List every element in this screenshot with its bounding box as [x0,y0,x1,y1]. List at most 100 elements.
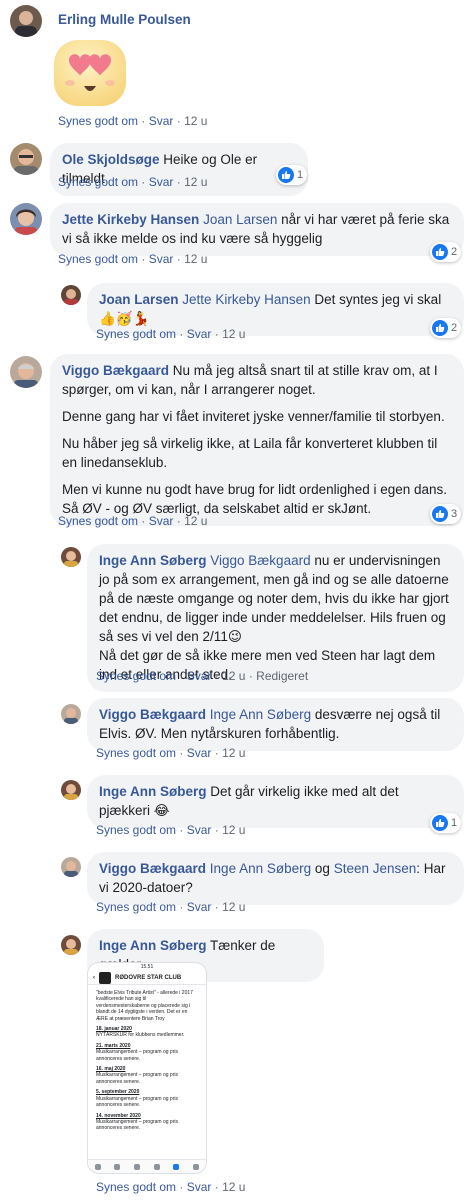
attachment-screenshot[interactable]: 15.51 ‹ RØDOVRE STAR CLUB "bedste Elvis … [87,962,207,1174]
reply-link[interactable]: Svar [149,114,174,128]
club-name: RØDOVRE STAR CLUB [115,974,182,981]
author-name[interactable]: Inge Ann Søberg [99,784,207,799]
author-name[interactable]: Inge Ann Søberg [99,938,207,953]
reply-link[interactable]: Svar [187,1180,212,1194]
timestamp[interactable]: 12 u [222,746,245,760]
screenshot-header: ‹ RØDOVRE STAR CLUB [88,971,206,985]
reaction-count[interactable]: 1 [430,813,462,833]
separator: · [176,175,181,189]
separator: · [176,252,181,266]
mention-link[interactable]: Inge Ann Søberg [210,707,311,722]
event-desc: Musikarrangement – program og pris annon… [96,1072,178,1085]
timestamp[interactable]: 12 u [184,175,207,189]
like-link[interactable]: Synes godt om [58,252,138,266]
edited-label[interactable]: Redigeret [256,669,308,683]
avatar[interactable] [61,935,81,955]
like-link[interactable]: Synes godt om [96,669,176,683]
like-link[interactable]: Synes godt om [96,823,176,837]
avatar[interactable] [10,143,42,175]
comment-actions: Synes godt om · Svar · 12 u [58,514,207,528]
author-name[interactable]: Viggo Bækgaard [99,707,206,722]
mention-link[interactable]: Jette Kirkeby Hansen [182,292,310,307]
emoji-text: 👍🥳💃 [99,311,150,326]
author-name[interactable]: Erling Mulle Poulsen [58,12,191,27]
avatar[interactable] [61,704,81,724]
reaction-number: 2 [451,246,458,258]
reaction-count[interactable]: 2 [430,242,462,262]
like-link[interactable]: Synes godt om [96,900,176,914]
comment-author: Erling Mulle Poulsen [58,12,191,27]
comment-actions: Synes godt om · Svar · 12 u [58,252,207,266]
avatar[interactable] [61,547,81,567]
timestamp[interactable]: 12 u [222,900,245,914]
comment-actions: Synes godt om · Svar · 12 u [96,327,245,341]
reaction-count[interactable]: 3 [430,504,462,524]
like-link[interactable]: Synes godt om [96,327,176,341]
comment-bubble: Viggo Bækgaard Inge Ann Søberg og Steen … [87,852,464,905]
timestamp[interactable]: 12 u [184,252,207,266]
author-name[interactable]: Jette Kirkeby Hansen [62,212,199,227]
author-name[interactable]: Joan Larsen [99,292,179,307]
mention-link[interactable]: Viggo Bækgaard [210,553,310,568]
reply-link[interactable]: Svar [187,900,212,914]
reply-link[interactable]: Svar [187,669,212,683]
reply-link[interactable]: Svar [149,252,174,266]
timestamp[interactable]: 12 u [184,114,207,128]
author-name[interactable]: Viggo Bækgaard [99,861,206,876]
author-name[interactable]: Viggo Bækgaard [62,363,169,378]
like-link[interactable]: Synes godt om [58,114,138,128]
mention-link-2[interactable]: Steen Jensen [334,861,417,876]
club-logo [99,971,111,984]
separator: · [141,114,146,128]
reply-link[interactable]: Svar [187,746,212,760]
like-link[interactable]: Synes godt om [58,175,138,189]
marketplace-icon [134,1163,141,1170]
avatar[interactable] [10,203,42,235]
avatar[interactable] [10,5,42,37]
timestamp[interactable]: 12 u [222,669,245,683]
event-desc: NYTÅRSKUR for klubbens medlemmer. [96,1032,185,1039]
author-name[interactable]: Inge Ann Søberg [99,553,207,568]
timestamp[interactable]: 12 u [222,823,245,837]
separator: · [179,823,184,837]
separator: · [214,1180,219,1194]
timestamp[interactable]: 12 u [222,1180,245,1194]
avatar[interactable] [61,857,81,877]
reply-link[interactable]: Svar [187,823,212,837]
like-link[interactable]: Synes godt om [58,514,138,528]
timestamp[interactable]: 12 u [184,514,207,528]
avatar[interactable] [10,356,42,388]
back-icon: ‹ [93,974,95,981]
reply-link[interactable]: Svar [149,514,174,528]
intro-text: "bedste Elvis Tribute Artist" - allerede… [96,990,193,1022]
separator: · [214,669,219,683]
reaction-number: 1 [451,817,458,829]
reaction-number: 3 [451,508,458,520]
like-link[interactable]: Synes godt om [96,1180,176,1194]
mention-link[interactable]: Joan Larsen [203,212,277,227]
comment-actions: Synes godt om · Svar · 12 u [96,823,245,837]
comment-actions: Synes godt om · Svar · 12 u [96,1180,245,1194]
screenshot-tab-bar [88,1159,206,1173]
mention-link[interactable]: Inge Ann Søberg [210,861,311,876]
like-link[interactable]: Synes godt om [96,746,176,760]
reaction-count[interactable]: 1 [276,165,308,185]
event-desc: Musikarrangement – program og pris annon… [96,1118,178,1132]
comment-thread: Erling Mulle Poulsen Synes godt om · Sva… [0,0,473,1200]
timestamp[interactable]: 12 u [222,327,245,341]
event-desc: Musikarrangement – program og pris annon… [96,1095,178,1109]
joiner-text: og [314,861,330,876]
reply-link[interactable]: Svar [149,175,174,189]
comment-actions: Synes godt om · Svar · 12 u [58,175,207,189]
avatar[interactable] [61,780,81,800]
avatar[interactable] [61,285,81,305]
separator: · [141,175,146,189]
reaction-count[interactable]: 2 [430,318,462,338]
reply-link[interactable]: Svar [187,327,212,341]
comment-bubble: Viggo Bækgaard Nu må jeg altså snart til… [50,354,464,526]
comment-actions: Synes godt om · Svar · 12 u [96,746,245,760]
separator: · [179,669,184,683]
reaction-number: 1 [297,169,304,181]
author-name[interactable]: Ole Skjoldsøge [62,152,160,167]
comment-paragraph: Nu håber jeg så virkelig ikke, at Laila … [62,436,438,470]
